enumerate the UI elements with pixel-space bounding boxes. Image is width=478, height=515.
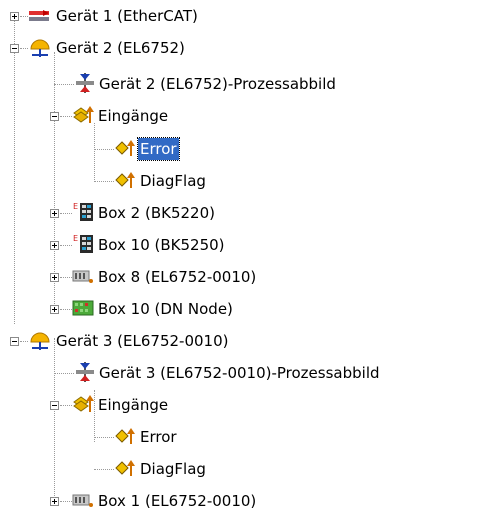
ethercat-device-icon	[28, 6, 50, 26]
tree-item-process-image[interactable]: Gerät 3 (EL6752-0010)-Prozessabbild	[0, 361, 478, 385]
collapse-icon[interactable]	[50, 112, 59, 121]
svg-text:E: E	[73, 202, 78, 211]
bus-coupler-icon: E	[72, 201, 94, 221]
tree-item-label[interactable]: Gerät 2 (EL6752)	[54, 37, 187, 59]
tree-item-label[interactable]: Box 10 (BK5250)	[96, 234, 227, 256]
bus-coupler-icon: E	[72, 233, 94, 253]
tree-item-label[interactable]: Error	[137, 137, 180, 161]
expand-icon[interactable]	[10, 12, 19, 21]
tree-item-label[interactable]: Box 10 (DN Node)	[96, 298, 235, 320]
expand-icon[interactable]	[50, 209, 59, 218]
tree-item-diagflag[interactable]: DiagFlag	[0, 457, 478, 481]
tree-item-label[interactable]: Gerät 3 (EL6752-0010)-Prozessabbild	[97, 362, 382, 384]
inputs-folder-icon	[72, 105, 94, 125]
tree-item-process-image[interactable]: Gerät 2 (EL6752)-Prozessabbild	[0, 72, 478, 96]
input-variable-icon	[114, 170, 136, 190]
dn-node-icon	[72, 298, 94, 318]
tree-item-geraet-3[interactable]: Gerät 3 (EL6752-0010)	[0, 329, 478, 353]
tree-item-label[interactable]: Gerät 3 (EL6752-0010)	[54, 330, 230, 352]
tree-item-geraet-2[interactable]: Gerät 2 (EL6752)	[0, 36, 478, 60]
tree-item-box-1[interactable]: Box 1 (EL6752-0010)	[0, 489, 478, 513]
collapse-icon[interactable]	[10, 337, 19, 346]
tree-item-error[interactable]: Error	[0, 137, 478, 161]
tree-item-diagflag[interactable]: DiagFlag	[0, 169, 478, 193]
tree-item-box-2[interactable]: E Box 2 (BK5220)	[0, 201, 478, 225]
tree-item-label[interactable]: DiagFlag	[138, 170, 208, 192]
tree-item-label[interactable]: Eingänge	[96, 105, 170, 127]
process-image-icon	[74, 361, 96, 382]
tree-item-label[interactable]: Gerät 2 (EL6752)-Prozessabbild	[97, 73, 338, 95]
collapse-icon[interactable]	[10, 44, 19, 53]
tree-item-label[interactable]: DiagFlag	[138, 458, 208, 480]
process-image-icon	[74, 72, 96, 93]
fieldbus-device-icon	[28, 330, 50, 350]
tree-item-error[interactable]: Error	[0, 425, 478, 449]
tree-item-label[interactable]: Eingänge	[96, 394, 170, 416]
device-tree[interactable]: Gerät 1 (EtherCAT) Gerät 2 (EL6752) Gerä…	[0, 0, 478, 515]
terminal-box-icon	[72, 266, 94, 286]
tree-item-eingaenge[interactable]: Eingänge	[0, 104, 478, 128]
tree-item-geraet-1[interactable]: Gerät 1 (EtherCAT)	[0, 4, 478, 28]
inputs-folder-icon	[72, 394, 94, 414]
tree-item-eingaenge[interactable]: Eingänge	[0, 393, 478, 417]
expand-icon[interactable]	[50, 305, 59, 314]
fieldbus-device-icon	[28, 37, 50, 57]
input-variable-icon	[114, 138, 136, 158]
expand-icon[interactable]	[50, 241, 59, 250]
tree-item-label[interactable]: Box 8 (EL6752-0010)	[96, 266, 258, 288]
tree-item-label[interactable]: Error	[138, 426, 179, 448]
tree-item-label[interactable]: Gerät 1 (EtherCAT)	[54, 5, 200, 27]
collapse-icon[interactable]	[50, 401, 59, 410]
tree-item-label[interactable]: Box 2 (BK5220)	[96, 202, 217, 224]
terminal-box-icon	[72, 490, 94, 510]
svg-text:E: E	[73, 234, 78, 243]
expand-icon[interactable]	[50, 497, 59, 506]
expand-icon[interactable]	[50, 273, 59, 282]
input-variable-icon	[114, 458, 136, 478]
tree-item-box-10-bk5250[interactable]: E Box 10 (BK5250)	[0, 233, 478, 257]
tree-item-box-10-dn-node[interactable]: Box 10 (DN Node)	[0, 297, 478, 321]
input-variable-icon	[114, 426, 136, 446]
tree-item-box-8[interactable]: Box 8 (EL6752-0010)	[0, 265, 478, 289]
tree-item-label[interactable]: Box 1 (EL6752-0010)	[96, 490, 258, 512]
